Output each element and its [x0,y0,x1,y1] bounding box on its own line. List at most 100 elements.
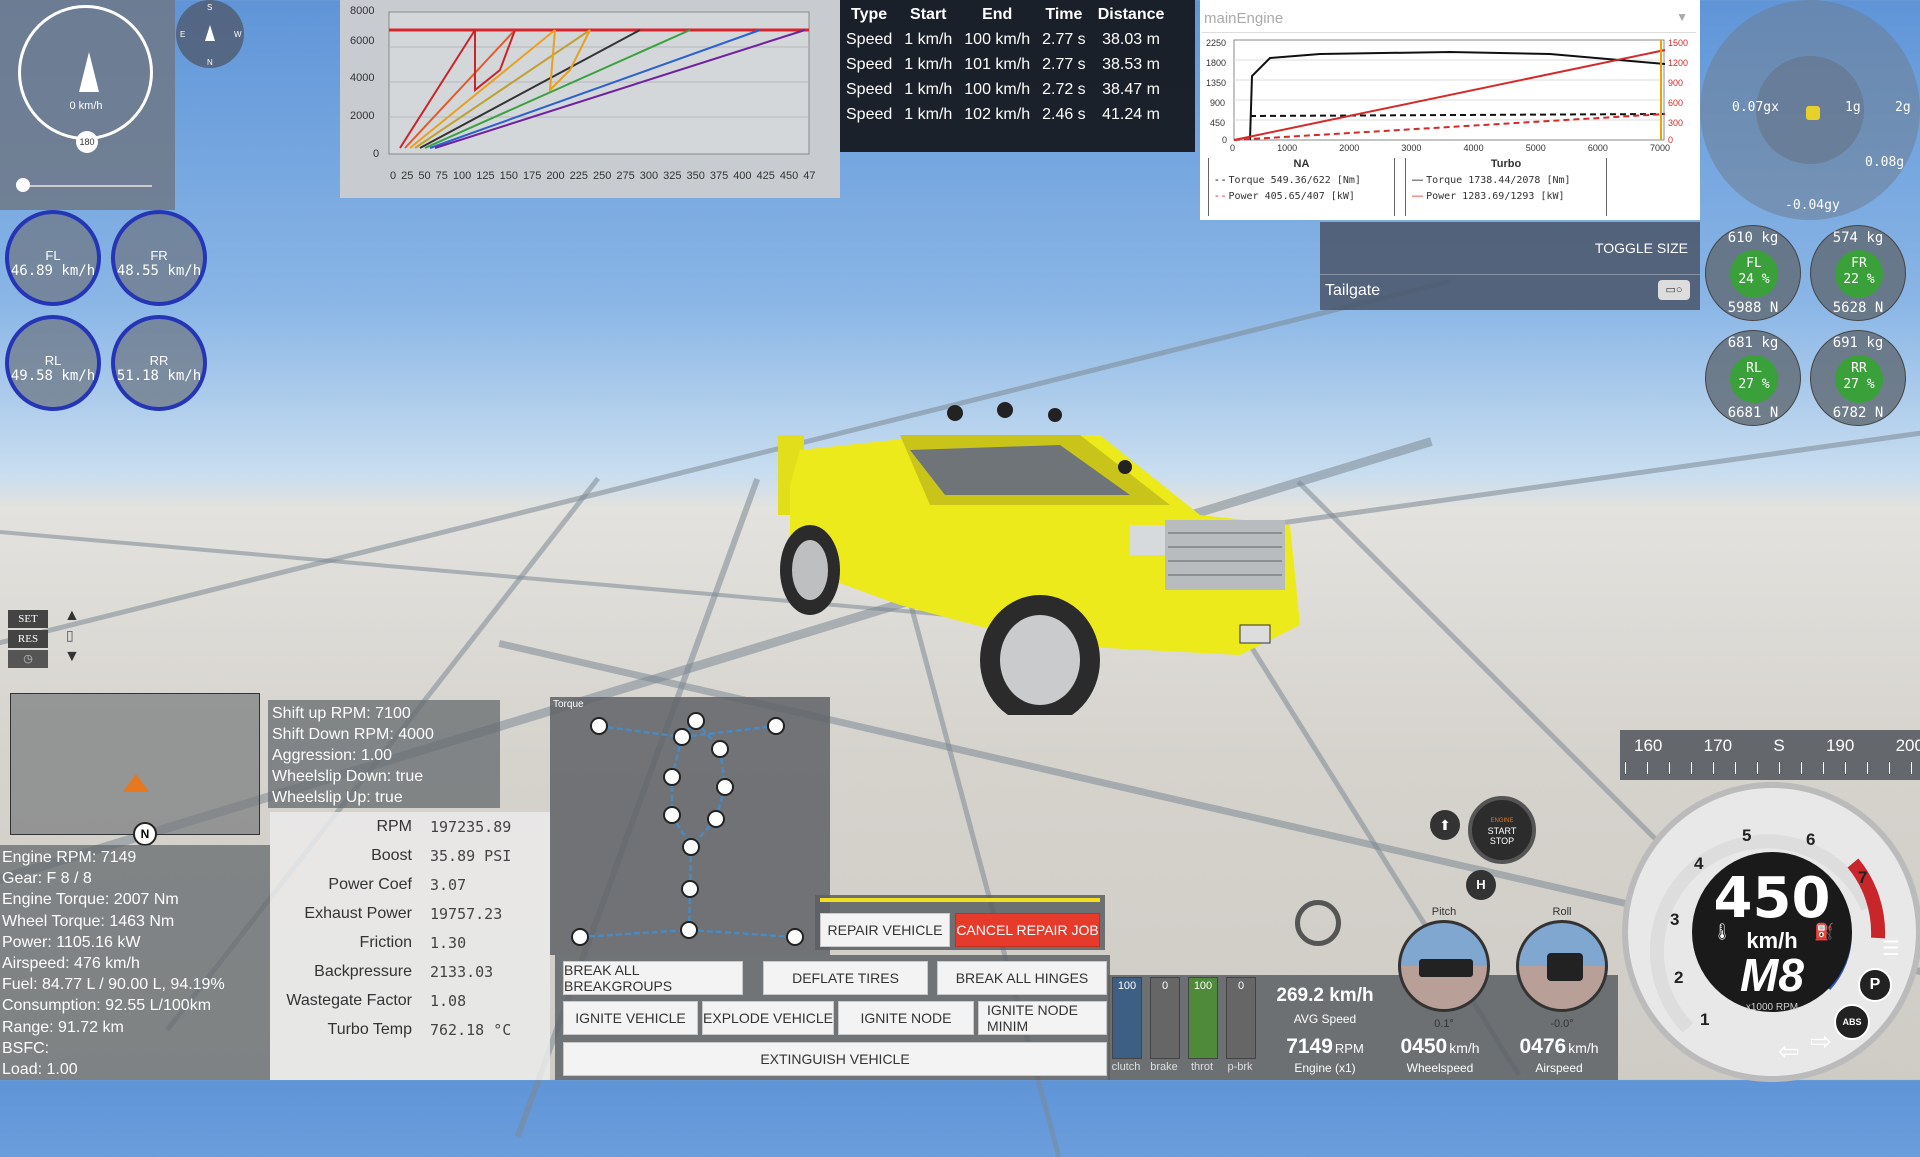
repair-panel: REPAIR VEHICLE CANCEL REPAIR JOB [815,895,1105,950]
pedal-value: 100 [1117,980,1137,992]
cruise-down-icon[interactable]: ▼ [64,648,80,666]
ignite-node-minimum-button[interactable]: IGNITE NODE MINIM [978,1001,1107,1035]
cruise-res-button[interactable]: RES [8,630,48,648]
x-tick: 250 [593,170,612,182]
legend-title: Turbo [1490,158,1522,170]
gforce-1g-mark: 1g [1845,100,1861,115]
legend-title: NA [1293,158,1310,170]
cancel-repair-button[interactable]: CANCEL REPAIR JOB [955,913,1100,947]
legend-entry: - - Torque 549.36/622 [Nm] [1215,174,1361,186]
engine-button-line: STOP [1489,836,1515,846]
wheelspeed-readout: 0450 km/h [1380,1035,1500,1059]
stat-value: 3.07 [430,875,467,894]
speed-slider-track[interactable] [22,185,152,187]
hazard-icon[interactable]: H [1466,870,1496,900]
x-tick: 225 [569,170,589,182]
range: Range: 91.72 km [2,1018,124,1036]
steering-wheel-icon [1295,900,1341,946]
rpm-tick-label: 5 [1742,826,1752,845]
wheel-name: FR [150,248,168,263]
gforce-x-value: 0.07gx [1732,100,1779,115]
stat-label: Boost [371,846,412,864]
legend-entry: — Torque 1738.44/2078 [Nm] [1412,174,1571,186]
table-cell: 102 km/h [964,105,1031,123]
wheel-load-percent: 22 % [1843,272,1875,287]
y-tick: 1800 [1206,58,1227,68]
x-tick: 0 [390,170,397,182]
wheel-load-percent: 24 % [1738,272,1770,287]
table-cell: 1 km/h [904,55,953,73]
gear-indicator: M8 [1740,949,1804,1001]
x-tick: 350 [686,170,705,182]
gearstick-icon[interactable]: ⬆ [1430,810,1460,840]
roll-value: -0.0° [1550,1018,1574,1030]
deflate-tires-button[interactable]: DEFLATE TIRES [763,961,928,995]
y-tick: 300 [1668,118,1684,128]
abs-indicator: ABS [1834,1004,1870,1040]
vehicle-truck [778,402,1300,715]
roll-label: Roll [1552,906,1572,918]
ignite-node-button[interactable]: IGNITE NODE [838,1001,974,1035]
tailgate-toggle-icon[interactable]: ▭○ [1658,280,1690,300]
y-tick: 2250 [1206,38,1227,48]
stat-label: Friction [359,933,412,951]
explode-vehicle-button[interactable]: EXPLODE VEHICLE [702,1001,834,1035]
x-tick: 425 [756,170,775,182]
y-tick: 1200 [1668,58,1689,68]
airspeed-label: Airspeed [1535,1061,1583,1075]
x-tick: 100 [452,170,472,182]
engine-select-value: mainEngine [1204,10,1284,27]
x-tick: 450 [779,170,799,182]
compass-north: N [207,58,213,67]
table-cell: 2.77 s [1042,55,1086,73]
wheel-load-inner: RL 27 % [1730,355,1778,403]
wheel-load-percent: 27 % [1738,377,1770,392]
rpm-tick-label: 7 [1858,868,1868,887]
cruise-set-button[interactable]: SET [8,610,48,628]
table-cell: 41.24 m [1102,105,1160,123]
speed-slider-handle[interactable] [16,178,30,192]
pedal-label: p-brk [1227,1061,1253,1073]
table-row: Speed 1 km/h 100 km/h 2.72 s 38.47 m [840,77,1170,102]
legend-entry: — Power 1283.69/1293 [kW] [1412,190,1565,202]
break-all-breakgroups-button[interactable]: BREAK ALL BREAKGROUPS [563,961,743,995]
break-all-hinges-button[interactable]: BREAK ALL HINGES [937,961,1107,995]
pedal-bar-brake: 0 [1150,977,1180,1059]
shift-down-rpm: Shift Down RPM: 4000 [272,726,434,743]
repair-vehicle-button[interactable]: REPAIR VEHICLE [820,913,950,947]
x-tick: 4000 [1463,143,1484,153]
table-cell: 38.53 m [1102,55,1160,73]
pedal-bar-throttle: 100 [1188,977,1218,1059]
y-tick: 0 [1222,135,1228,145]
x-tick: 0 [1230,143,1236,153]
fuel: Fuel: 84.77 L / 90.00 L, 94.19% [2,976,225,994]
pedal-value: 0 [1237,980,1245,992]
actions-panel: BREAK ALL BREAKGROUPS DEFLATE TIRES BREA… [555,955,1110,1080]
stat-row: Power Coef 3.07 [270,870,550,899]
stat-row: Turbo Temp 762.18 °C [270,1015,550,1044]
wheelspeed-unit: km/h [1449,1040,1480,1056]
wheel-speed-rr: RR 51.18 km/h [111,315,207,411]
table-cell: 2.77 s [1042,30,1086,48]
cruise-control: SET RES ◷ ▲ ▯ ▼ [8,605,84,670]
vehicle-marker-icon [1806,106,1820,120]
y-tick: 2000 [350,110,375,122]
minimap-north: N [133,822,157,846]
table-row: Speed 1 km/h 100 km/h 2.77 s 38.03 m [840,27,1170,52]
stat-value: 762.18 °C [430,1020,512,1039]
legend-label: Power 1283.69/1293 [kW] [1426,191,1565,202]
toggle-size-button[interactable]: TOGGLE SIZE [1595,240,1688,256]
x-tick: 5000 [1525,143,1546,153]
extinguish-vehicle-button[interactable]: EXTINGUISH VEHICLE [563,1042,1107,1076]
ignite-vehicle-button[interactable]: IGNITE VEHICLE [563,1001,698,1035]
y-tick: 8000 [350,5,375,17]
y-tick: 4000 [350,72,375,84]
small-speedometer-panel: 0 km/h 180 [0,0,175,210]
cruise-up-icon[interactable]: ▲ [64,607,80,625]
y-tick: 6000 [350,35,375,47]
rpm-tick-label: 3 [1670,910,1680,929]
engine-select[interactable]: mainEngine ▼ [1202,2,1696,33]
engine-start-stop-button[interactable]: ENGINE START STOP [1468,796,1536,864]
wheel-name: RL [1746,361,1762,376]
acceleration-graph-svg [388,11,810,155]
